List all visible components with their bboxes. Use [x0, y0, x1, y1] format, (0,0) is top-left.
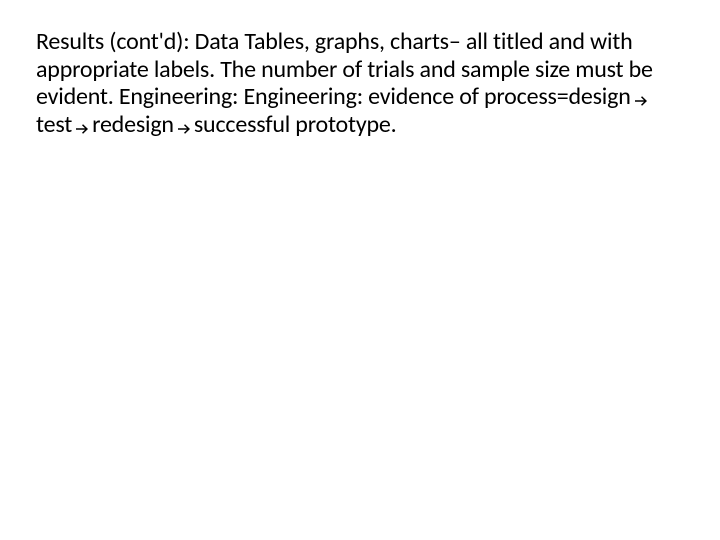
arrow-right-icon	[175, 117, 193, 135]
slide-body: Results (cont'd): Data Tables, graphs, c…	[36, 28, 684, 138]
arrow-right-icon	[632, 89, 650, 107]
text-segment-2: test	[36, 110, 72, 139]
text-segment-4: successful prototype.	[194, 110, 397, 139]
text-segment-1: Results (cont'd): Data Tables, graphs, c…	[36, 27, 653, 111]
text-segment-3: redesign	[92, 110, 174, 139]
arrow-right-icon	[73, 117, 91, 135]
